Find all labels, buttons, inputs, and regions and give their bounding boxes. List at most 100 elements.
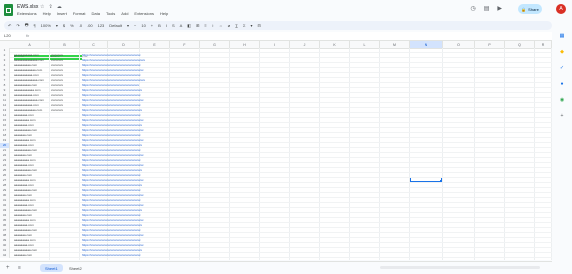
doc-title[interactable]: EWS.xlsx xyxy=(17,4,38,10)
menu-item[interactable]: Insert xyxy=(57,11,67,16)
column-header[interactable]: E xyxy=(140,41,170,48)
all-sheets-icon[interactable]: ≡ xyxy=(18,265,21,271)
toolbar-button[interactable]: ▾ xyxy=(56,23,58,28)
toolbar-button[interactable]: ⇔ xyxy=(219,23,223,28)
toolbar-button[interactable]: + xyxy=(151,23,153,28)
column-header[interactable]: A xyxy=(10,41,50,48)
avatar[interactable]: A xyxy=(556,4,566,14)
sheet-tab-bar: + ≡ Sheet1 Sheet2 xyxy=(0,261,552,274)
grid-line xyxy=(229,48,230,260)
toolbar-button[interactable]: B xyxy=(158,23,161,28)
column-header[interactable]: D xyxy=(108,41,140,48)
top-bar: EWS.xlsx ☆ ⇪ ☁ Extensions Help Insert Forma… xyxy=(0,0,572,20)
toolbar-button[interactable]: ◧ xyxy=(187,23,191,28)
toolbar-button[interactable]: Σ xyxy=(243,23,245,28)
move-icon[interactable]: ⇪ xyxy=(48,4,52,10)
spreadsheet-grid[interactable]: ABCDEFGHIJKLMNOPQR 1 2 3 4 5 6 7 8 9 10 11 12 13 14 15… xyxy=(0,41,552,260)
column-header[interactable]: N xyxy=(410,41,443,48)
grid-line xyxy=(504,48,505,260)
column-header[interactable]: J xyxy=(290,41,320,48)
toolbar-button[interactable]: ∑ xyxy=(235,23,238,28)
menu-item[interactable]: Tools xyxy=(106,11,115,16)
toolbar-button[interactable]: 100% xyxy=(41,23,51,28)
column-header[interactable]: L xyxy=(350,41,380,48)
menu-item[interactable]: Extensions xyxy=(134,11,154,16)
sheets-logo-icon[interactable] xyxy=(4,4,13,16)
toolbar-button[interactable]: A xyxy=(180,23,183,28)
share-button[interactable]: 🔒 Share xyxy=(518,4,542,14)
grid-line xyxy=(319,48,320,260)
toolbar-button[interactable]: ▾ xyxy=(251,23,253,28)
column-header[interactable]: R xyxy=(535,41,552,48)
menu-item[interactable]: Extensions xyxy=(17,11,37,16)
column-header[interactable]: Q xyxy=(505,41,535,48)
column-header[interactable]: M xyxy=(380,41,410,48)
toolbar-button[interactable]: 10 xyxy=(141,23,145,28)
toolbar-button[interactable]: ¶ xyxy=(34,23,36,28)
star-icon[interactable]: ☆ xyxy=(40,4,44,10)
menu-item[interactable]: Add xyxy=(121,11,128,16)
cloud-status-icon[interactable]: ☁ xyxy=(57,4,62,10)
horizontal-scrollbar[interactable] xyxy=(380,266,540,269)
grid-line xyxy=(79,48,80,260)
grid-line xyxy=(349,48,350,260)
toolbar-button[interactable]: ↷ xyxy=(16,23,19,28)
column-header[interactable]: H xyxy=(230,41,260,48)
column-header[interactable]: G xyxy=(200,41,230,48)
grid-line xyxy=(474,48,475,260)
comments-icon[interactable]: ▤ xyxy=(484,5,490,12)
history-icon[interactable]: ◷ xyxy=(470,5,475,12)
keep-icon[interactable]: ◆ xyxy=(558,48,566,56)
toolbar-button[interactable]: ▾ xyxy=(127,23,129,28)
toolbar-button[interactable]: % xyxy=(70,23,74,28)
toolbar-button[interactable]: ↕ xyxy=(212,23,214,28)
column-header[interactable]: F xyxy=(170,41,200,48)
grid-line xyxy=(259,48,260,260)
calendar-icon[interactable]: ▦ xyxy=(558,32,566,40)
toolbar-button[interactable]: 123 xyxy=(98,23,105,28)
toolbar-button[interactable]: − xyxy=(134,23,136,28)
contacts-icon[interactable]: ● xyxy=(558,80,566,88)
column-header[interactable]: I xyxy=(260,41,290,48)
sheet-tab[interactable]: Sheet2 xyxy=(64,264,87,272)
fx-icon: fx xyxy=(26,33,30,38)
menu-item[interactable]: Data xyxy=(92,11,100,16)
add-icon[interactable]: + xyxy=(558,112,566,120)
grid-line xyxy=(442,48,443,260)
link-cell[interactable]: https://xxxxxxxxxxxxxxxxxxxxxxxxxxxxxxxx… xyxy=(82,253,192,258)
toolbar-button[interactable]: ≡ xyxy=(204,23,206,28)
add-sheet-icon[interactable]: + xyxy=(6,265,10,271)
column-header[interactable]: P xyxy=(475,41,505,48)
toolbar-button[interactable]: Default xyxy=(109,23,122,28)
toolbar-button[interactable]: ⊟ xyxy=(258,23,261,28)
name-box[interactable]: L20 xyxy=(4,33,22,39)
menu-item[interactable]: Format xyxy=(73,11,86,16)
sheet-tab-active[interactable]: Sheet1 xyxy=(40,264,63,272)
column-header[interactable]: B xyxy=(50,41,80,48)
toolbar-button[interactable]: I xyxy=(166,23,167,28)
column-headers: ABCDEFGHIJKLMNOPQR xyxy=(0,41,552,49)
column-header[interactable]: K xyxy=(320,41,350,48)
table-cell[interactable]: aaaaaaa.com xyxy=(14,253,50,258)
toolbar-button[interactable]: 🖶 xyxy=(25,22,29,29)
share-label: Share xyxy=(528,6,539,12)
toolbar-button[interactable]: S xyxy=(172,23,175,28)
tasks-icon[interactable]: ✓ xyxy=(558,64,566,72)
meet-icon[interactable]: ▶ xyxy=(497,5,502,12)
grid-line xyxy=(551,48,552,260)
table-cell[interactable] xyxy=(51,253,79,258)
toolbar-button[interactable]: ↶ xyxy=(8,23,11,28)
toolbar-button[interactable]: ⌀ xyxy=(228,23,230,28)
toolbar-button[interactable]: $ xyxy=(63,23,65,28)
row-header[interactable]: 42 xyxy=(0,253,10,258)
column-header[interactable]: O xyxy=(443,41,475,48)
grid-line xyxy=(534,48,535,260)
maps-icon[interactable]: ◉ xyxy=(558,96,566,104)
toolbar-button[interactable]: ⊞ xyxy=(196,23,199,28)
column-header[interactable]: C xyxy=(80,41,108,48)
menu-item[interactable]: Help xyxy=(43,11,51,16)
toolbar-button[interactable]: .0 xyxy=(79,23,82,28)
menu-item[interactable]: Help xyxy=(160,11,168,16)
toolbar-button[interactable]: .00 xyxy=(87,23,93,28)
formula-bar: L20 fx xyxy=(0,32,552,41)
